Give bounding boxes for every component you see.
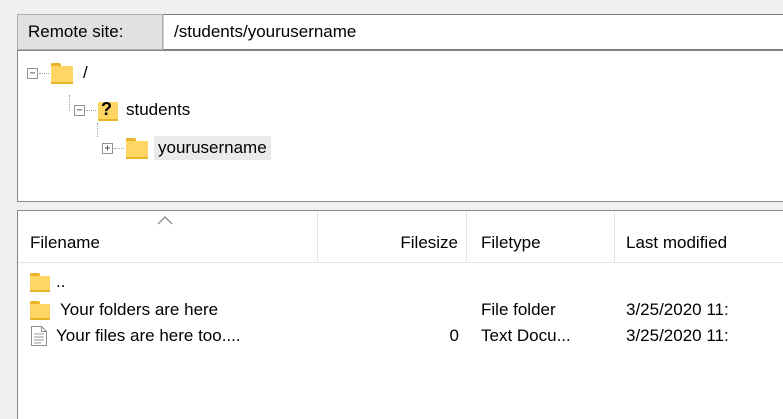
folder-icon <box>51 62 73 84</box>
file-modified: 3/25/2020 11: <box>626 326 729 345</box>
file-list-row[interactable]: Your folders are here File folder 3/25/2… <box>18 297 783 323</box>
tree-node-label: yourusername <box>154 136 271 160</box>
column-header-filename[interactable]: Filename <box>18 211 318 263</box>
file-name-cell: Your files are here too.... <box>30 323 318 349</box>
unknown-folder-icon: ? <box>98 99 120 121</box>
file-list-row[interactable]: .. <box>18 269 783 295</box>
remote-directory-tree[interactable]: − / − ? students + yourusername <box>17 50 783 202</box>
file-name-cell: .. <box>30 269 318 295</box>
remote-site-path-input[interactable]: /students/yourusername <box>163 14 783 50</box>
tree-node-label: / <box>83 63 88 82</box>
file-list-row[interactable]: Your files are here too.... 0 Text Docu.… <box>18 323 783 349</box>
collapse-icon[interactable]: − <box>74 104 85 116</box>
tree-node-root[interactable]: − / <box>27 59 92 87</box>
folder-icon <box>126 137 148 159</box>
file-size: 0 <box>449 326 459 345</box>
tree-node-label: students <box>126 100 191 119</box>
tree-connector <box>69 95 70 111</box>
tree-connector <box>114 147 124 149</box>
file-size <box>318 297 459 323</box>
collapse-icon[interactable]: − <box>27 67 38 79</box>
column-header-filetype[interactable]: Filetype <box>467 211 615 263</box>
file-name: .. <box>56 272 66 291</box>
remote-site-label: Remote site: <box>17 14 163 50</box>
file-modified: 3/25/2020 11: <box>626 300 729 319</box>
file-name-cell: Your folders are here <box>30 297 318 323</box>
tree-node-yourusername[interactable]: + yourusername <box>102 134 271 162</box>
file-name: Your files are here too.... <box>56 326 241 345</box>
text-document-icon <box>31 326 47 346</box>
pane-splitter[interactable] <box>0 202 783 210</box>
folder-icon <box>30 300 50 320</box>
folder-icon <box>30 272 50 292</box>
remote-site-bar: Remote site: /students/yourusername <box>17 14 783 50</box>
tree-node-students[interactable]: − ? students <box>74 96 194 124</box>
remote-file-list[interactable]: Filename Filesize Filetype Last modified… <box>17 210 783 419</box>
tree-connector <box>97 123 98 137</box>
file-name: Your folders are here <box>60 300 219 319</box>
expand-icon[interactable]: + <box>102 142 113 154</box>
file-type: Text Docu... <box>481 326 571 345</box>
column-header-filesize[interactable]: Filesize <box>318 211 467 263</box>
file-type: File folder <box>481 300 556 319</box>
column-header-last-modified[interactable]: Last modified <box>615 211 783 263</box>
tree-connector <box>86 109 96 111</box>
filezilla-remote-pane: Remote site: /students/yourusername − / … <box>0 0 783 419</box>
tree-connector <box>39 72 49 74</box>
file-list-header: Filename Filesize Filetype Last modified <box>18 211 783 263</box>
